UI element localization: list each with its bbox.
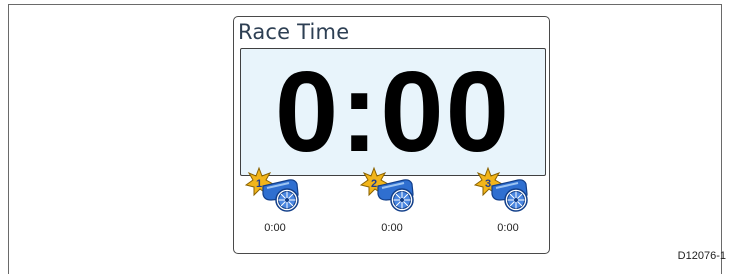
race-time-value: 0:00 xyxy=(274,49,512,176)
race-time-panel: Race Time 0:00 xyxy=(233,16,550,254)
cannon-number: 2 xyxy=(371,178,377,190)
cannon-2-icon[interactable]: 2 xyxy=(360,166,418,214)
cannon-2-time: 0:00 xyxy=(381,222,403,234)
cannon-3-icon[interactable]: 3 xyxy=(474,166,532,214)
cannon-number: 3 xyxy=(485,178,491,190)
cannon-number: 1 xyxy=(256,178,262,190)
cannon-1-icon[interactable]: 1 xyxy=(245,166,303,214)
page-title: Race Time xyxy=(238,20,350,44)
race-time-display: 0:00 xyxy=(240,48,546,176)
figure-code: D12076-1 xyxy=(677,250,726,262)
cannon-1-time: 0:00 xyxy=(264,222,286,234)
cannon-3-time: 0:00 xyxy=(497,222,519,234)
